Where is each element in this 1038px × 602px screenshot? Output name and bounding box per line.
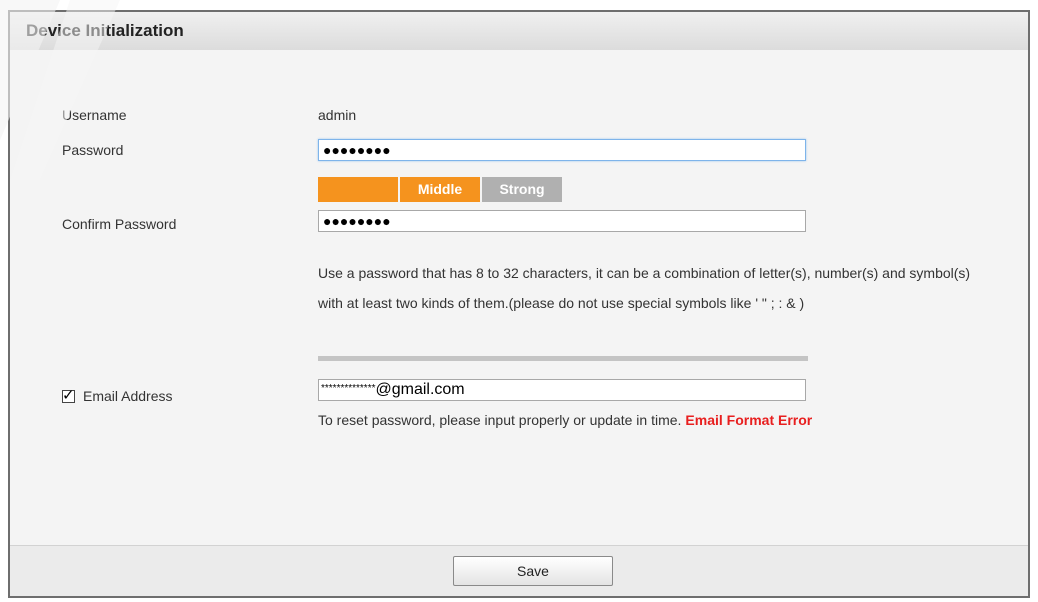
strength-weak-segment xyxy=(318,177,398,202)
password-hint: Use a password that has 8 to 32 characte… xyxy=(318,265,971,311)
email-masked-part: ************** xyxy=(321,383,376,394)
device-initialization-dialog: Device Initialization Username admin Pas… xyxy=(8,10,1030,598)
confirm-password-field-value: ●●●●●●●● xyxy=(323,213,391,229)
save-button[interactable]: Save xyxy=(453,556,613,586)
email-checkbox-row[interactable]: ✓ Email Address xyxy=(62,387,173,404)
dialog-body: Username admin Password ●●●●●●●● Middle … xyxy=(10,50,1028,545)
email-note: To reset password, please input properly… xyxy=(318,412,812,428)
strength-strong-segment: Strong xyxy=(482,177,562,202)
strength-middle-segment: Middle xyxy=(400,177,480,202)
section-divider xyxy=(318,356,808,361)
username-label: Username xyxy=(62,107,127,123)
password-field[interactable]: ●●●●●●●● xyxy=(318,139,806,161)
confirm-password-field[interactable]: ●●●●●●●● xyxy=(318,210,806,232)
email-note-text: To reset password, please input properly… xyxy=(318,412,682,428)
checkmark-icon: ✓ xyxy=(62,386,75,404)
username-value: admin xyxy=(318,107,357,123)
dialog-footer: Save xyxy=(10,545,1028,596)
password-field-value: ●●●●●●●● xyxy=(323,142,391,158)
confirm-password-label: Confirm Password xyxy=(62,216,177,232)
email-domain-part: @gmail.com xyxy=(375,381,465,398)
password-label: Password xyxy=(62,142,124,158)
email-format-error: Email Format Error xyxy=(685,412,813,428)
dialog-title-bar: Device Initialization xyxy=(10,12,1028,51)
dialog-title: Device Initialization xyxy=(26,21,184,40)
password-strength-meter: Middle Strong xyxy=(318,177,564,202)
email-label: Email Address xyxy=(83,388,173,404)
email-checkbox[interactable]: ✓ xyxy=(62,387,75,404)
email-field[interactable]: **************@gmail.com xyxy=(318,379,806,401)
